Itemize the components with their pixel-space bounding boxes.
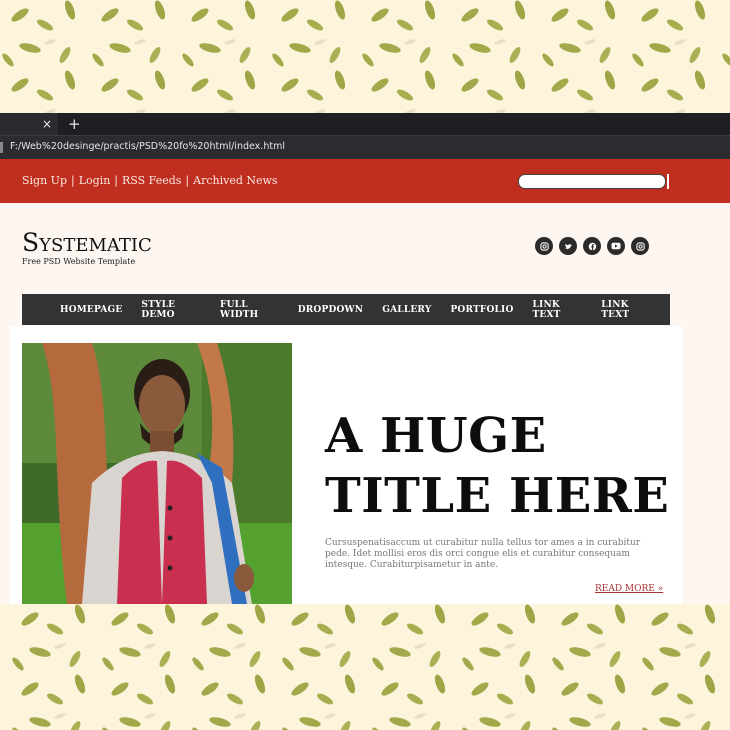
nav-full-width[interactable]: FULL WIDTH xyxy=(220,300,279,320)
facebook-icon[interactable] xyxy=(583,237,601,255)
search-button[interactable] xyxy=(667,174,669,189)
nav-homepage[interactable]: HOMEPAGE xyxy=(60,305,122,315)
website-page: Sign Up | Login | RSS Feeds | Archived News Sy… xyxy=(0,159,730,604)
address-bar-marker xyxy=(0,142,3,153)
close-tab-icon[interactable]: × xyxy=(42,116,52,132)
signup-link[interactable]: Sign Up xyxy=(22,174,67,187)
main-nav: HOMEPAGE STYLE DEMO FULL WIDTH DROPDOWN … xyxy=(22,294,670,325)
hero-photo xyxy=(22,343,292,604)
site-logo[interactable]: Systematic xyxy=(22,229,152,257)
rss-feeds-link[interactable]: RSS Feeds xyxy=(122,174,181,187)
top-bar: Sign Up | Login | RSS Feeds | Archived News xyxy=(0,159,730,203)
instagram-icon[interactable] xyxy=(535,237,553,255)
separator: | xyxy=(114,174,119,187)
separator: | xyxy=(71,174,75,187)
hero-title: A HUGE TITLE HERE xyxy=(325,406,675,526)
new-tab-icon[interactable]: + xyxy=(68,115,81,133)
browser-tab-bar: × + xyxy=(0,113,730,135)
social-icons xyxy=(535,237,649,255)
hero-section: A HUGE TITLE HERE Cursuspenatisaccum ut … xyxy=(10,326,682,604)
nav-portfolio[interactable]: PORTFOLIO xyxy=(450,305,513,315)
nav-style-demo[interactable]: STYLE DEMO xyxy=(141,300,201,320)
login-link[interactable]: Login xyxy=(79,174,111,187)
separator: | xyxy=(185,174,190,187)
youtube-icon[interactable] xyxy=(607,237,625,255)
archived-news-link[interactable]: Archived News xyxy=(193,174,277,187)
address-bar[interactable]: F:/Web%20desinge/practis/PSD%20fo%20html… xyxy=(0,135,730,159)
nav-link-text-2[interactable]: LINK TEXT xyxy=(601,300,651,320)
read-more-link[interactable]: READ MORE » xyxy=(595,584,663,594)
search-input[interactable] xyxy=(518,174,666,189)
twitter-icon[interactable] xyxy=(559,237,577,255)
instagram-icon[interactable] xyxy=(631,237,649,255)
hero-description: Cursuspenatisaccum ut curabitur nulla te… xyxy=(325,538,641,570)
nav-dropdown[interactable]: DROPDOWN xyxy=(298,305,363,315)
nav-gallery[interactable]: GALLERY xyxy=(382,305,431,315)
leaf-wallpaper-top xyxy=(0,0,730,113)
leaf-wallpaper-bottom xyxy=(0,604,730,730)
browser-tab[interactable]: × xyxy=(0,113,58,135)
top-links: Sign Up | Login | RSS Feeds | Archived News xyxy=(22,174,278,187)
address-url[interactable]: F:/Web%20desinge/practis/PSD%20fo%20html… xyxy=(10,141,285,152)
hero-title-line-2: TITLE HERE xyxy=(325,468,670,524)
hero-title-line-1: A HUGE xyxy=(325,408,547,464)
site-tagline: Free PSD Website Template xyxy=(22,257,136,266)
nav-link-text-1[interactable]: LINK TEXT xyxy=(533,300,583,320)
